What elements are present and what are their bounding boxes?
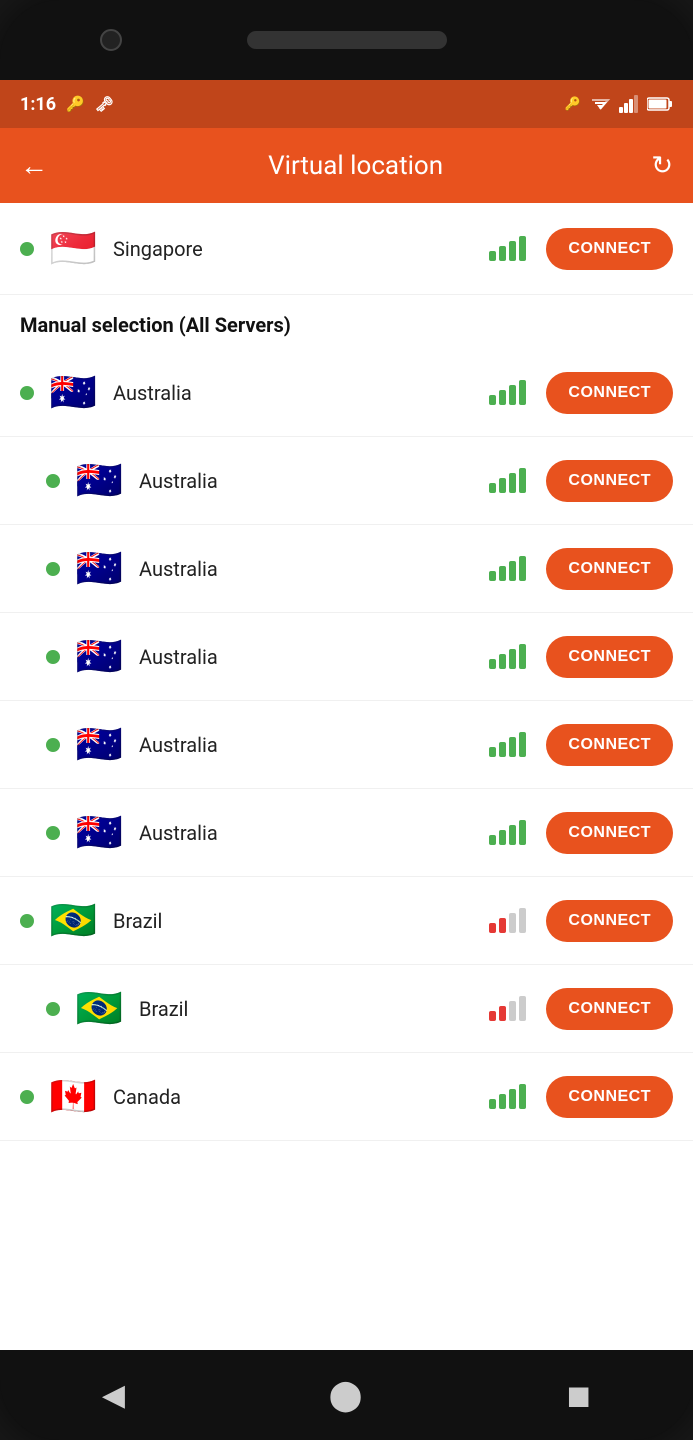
server-8-connect-button[interactable]: CONNECT xyxy=(546,1076,673,1118)
server-1-signal xyxy=(489,468,526,493)
nav-back-button[interactable]: ◀ xyxy=(102,1378,125,1413)
server-7-flag: 🇧🇷 xyxy=(72,981,127,1036)
server-6-country: Brazil xyxy=(113,909,477,933)
singapore-status-dot xyxy=(20,242,34,256)
server-4-country: Australia xyxy=(139,733,477,757)
server-7-country: Brazil xyxy=(139,997,477,1021)
status-time-area: 1:16 🔑 🗝 xyxy=(20,94,114,115)
server-0-country: Australia xyxy=(113,381,477,405)
server-0-flag: 🇦🇺 xyxy=(46,365,101,420)
server-row-5: 🇦🇺 Australia CONNECT xyxy=(0,789,693,877)
server-5-signal xyxy=(489,820,526,845)
server-5-country: Australia xyxy=(139,821,477,845)
server-2-status-dot xyxy=(46,562,60,576)
server-5-status-dot xyxy=(46,826,60,840)
status-bar: 1:16 🔑 🗝 🔑 xyxy=(0,80,693,128)
server-3-country: Australia xyxy=(139,645,477,669)
refresh-button[interactable]: ↻ xyxy=(651,151,673,181)
server-7-status-dot xyxy=(46,1002,60,1016)
server-1-status-dot xyxy=(46,474,60,488)
server-row-4: 🇦🇺 Australia CONNECT xyxy=(0,701,693,789)
server-1-connect-button[interactable]: CONNECT xyxy=(546,460,673,502)
nav-home-button[interactable]: ⬤ xyxy=(329,1378,363,1413)
server-row-3: 🇦🇺 Australia CONNECT xyxy=(0,613,693,701)
server-7-signal xyxy=(489,996,526,1021)
server-0-status-dot xyxy=(20,386,34,400)
status-time: 1:16 xyxy=(20,94,56,115)
battery-icon xyxy=(647,96,673,112)
server-4-status-dot xyxy=(46,738,60,752)
status-vpn-icon: 🔑 xyxy=(66,95,85,113)
server-8-flag: 🇨🇦 xyxy=(46,1069,101,1124)
wifi-icon xyxy=(589,95,611,113)
server-2-connect-button[interactable]: CONNECT xyxy=(546,548,673,590)
server-4-signal xyxy=(489,732,526,757)
server-3-status-dot xyxy=(46,650,60,664)
manual-selection-header: Manual selection (All Servers) xyxy=(0,295,693,349)
phone-screen: 1:16 🔑 🗝 🔑 xyxy=(0,80,693,1350)
app-header: ← Virtual location ↻ xyxy=(0,128,693,203)
server-3-signal xyxy=(489,644,526,669)
nav-recents-button[interactable]: ◼ xyxy=(566,1378,591,1413)
singapore-row: 🇸🇬 Singapore CONNECT xyxy=(0,203,693,295)
server-7-connect-button[interactable]: CONNECT xyxy=(546,988,673,1030)
nav-bar: ◀ ⬤ ◼ xyxy=(0,1350,693,1440)
speaker xyxy=(247,31,447,49)
server-6-status-dot xyxy=(20,914,34,928)
singapore-connect-button[interactable]: CONNECT xyxy=(546,228,673,270)
server-3-connect-button[interactable]: CONNECT xyxy=(546,636,673,678)
server-row-2: 🇦🇺 Australia CONNECT xyxy=(0,525,693,613)
server-row-8: 🇨🇦 Canada CONNECT xyxy=(0,1053,693,1141)
server-row-7: 🇧🇷 Brazil CONNECT xyxy=(0,965,693,1053)
server-8-country: Canada xyxy=(113,1085,477,1109)
server-1-country: Australia xyxy=(139,469,477,493)
phone-device: 1:16 🔑 🗝 🔑 xyxy=(0,0,693,1440)
server-row-1: 🇦🇺 Australia CONNECT xyxy=(0,437,693,525)
server-3-flag: 🇦🇺 xyxy=(72,629,127,684)
singapore-country-name: Singapore xyxy=(113,237,477,261)
singapore-flag: 🇸🇬 xyxy=(46,221,101,276)
server-6-signal xyxy=(489,908,526,933)
signal-icon xyxy=(619,95,639,113)
server-8-status-dot xyxy=(20,1090,34,1104)
status-vpn-small-icon: 🔑 xyxy=(565,97,581,112)
status-key-icon: 🗝 xyxy=(95,95,114,113)
singapore-signal xyxy=(489,236,526,261)
server-0-signal xyxy=(489,380,526,405)
server-4-connect-button[interactable]: CONNECT xyxy=(546,724,673,766)
status-icons-right: 🔑 xyxy=(565,95,673,113)
server-6-connect-button[interactable]: CONNECT xyxy=(546,900,673,942)
back-button[interactable]: ← xyxy=(20,149,60,182)
server-row-6: 🇧🇷 Brazil CONNECT xyxy=(0,877,693,965)
server-row-0: 🇦🇺 Australia CONNECT xyxy=(0,349,693,437)
page-title: Virtual location xyxy=(268,151,443,181)
server-4-flag: 🇦🇺 xyxy=(72,717,127,772)
server-list: 🇸🇬 Singapore CONNECT Manual selection (A… xyxy=(0,203,693,1350)
server-6-flag: 🇧🇷 xyxy=(46,893,101,948)
server-8-signal xyxy=(489,1084,526,1109)
server-2-country: Australia xyxy=(139,557,477,581)
server-0-connect-button[interactable]: CONNECT xyxy=(546,372,673,414)
phone-top-bezel xyxy=(0,0,693,80)
server-2-flag: 🇦🇺 xyxy=(72,541,127,596)
server-2-signal xyxy=(489,556,526,581)
camera xyxy=(100,29,122,51)
server-1-flag: 🇦🇺 xyxy=(72,453,127,508)
server-5-connect-button[interactable]: CONNECT xyxy=(546,812,673,854)
server-5-flag: 🇦🇺 xyxy=(72,805,127,860)
